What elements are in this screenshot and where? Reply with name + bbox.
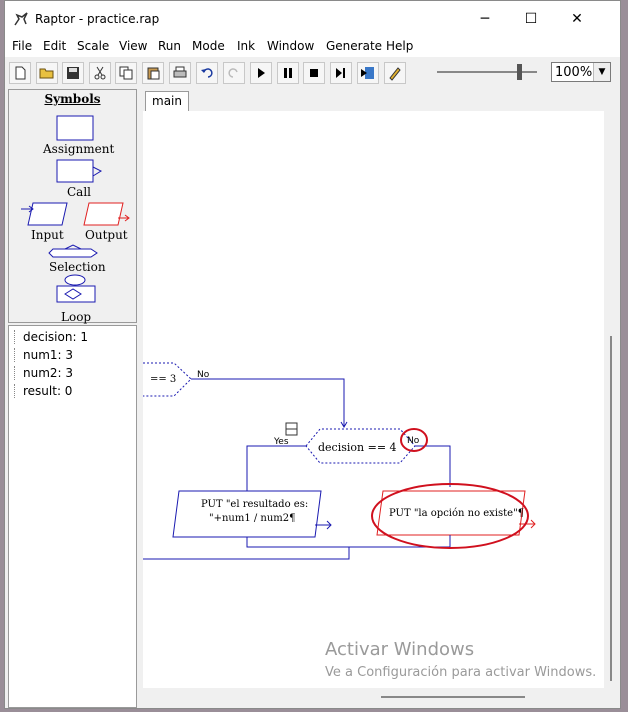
- menu-mode[interactable]: Mode: [192, 39, 225, 53]
- copy-icon[interactable]: [115, 62, 137, 84]
- save-icon[interactable]: [62, 62, 84, 84]
- symbol-loop-label[interactable]: Loop: [61, 310, 91, 324]
- scroll-thumb[interactable]: [381, 696, 525, 698]
- menu-view[interactable]: View: [119, 39, 147, 53]
- menu-scale[interactable]: Scale: [77, 39, 109, 53]
- decision-condition-text: decision == 4: [318, 441, 397, 454]
- menu-bar: File Edit Scale View Run Mode Ink Window…: [5, 37, 620, 57]
- menu-edit[interactable]: Edit: [43, 39, 66, 53]
- close-button[interactable]: ✕: [555, 5, 599, 33]
- raptor-logo-icon: [14, 12, 28, 26]
- symbol-selection-label[interactable]: Selection: [49, 260, 106, 274]
- play-icon[interactable]: [250, 62, 272, 84]
- run-to-completion-icon[interactable]: [357, 62, 379, 84]
- open-folder-icon[interactable]: [36, 62, 58, 84]
- partial-condition-text: == 3: [150, 374, 177, 385]
- symbol-call-label[interactable]: Call: [67, 185, 91, 199]
- menu-generate[interactable]: Generate: [326, 39, 382, 53]
- call-arrow-icon: [92, 166, 103, 177]
- symbols-panel: Symbols Assignment Call Input Output Sel…: [8, 89, 137, 324]
- no-label: No: [407, 436, 420, 446]
- redo-icon[interactable]: [223, 62, 245, 84]
- flowchart-canvas[interactable]: == 3 No Yes decision == 4 No PUT "el res…: [143, 111, 604, 688]
- flow-connector: [246, 445, 306, 491]
- loop-symbol-icon: [64, 274, 86, 286]
- stop-icon[interactable]: [303, 62, 325, 84]
- undo-icon[interactable]: [196, 62, 218, 84]
- no-label: No: [197, 370, 210, 380]
- tab-main[interactable]: main: [145, 91, 189, 111]
- symbol-output-label[interactable]: Output: [85, 228, 128, 242]
- pen-icon[interactable]: [384, 62, 406, 84]
- menu-file[interactable]: File: [12, 39, 32, 53]
- assignment-symbol-icon: [56, 115, 94, 141]
- cut-icon[interactable]: [89, 62, 111, 84]
- output-symbol-icon: [83, 202, 124, 226]
- menu-ink[interactable]: Ink: [237, 39, 255, 53]
- symbol-shapes: [21, 115, 130, 303]
- chevron-down-icon[interactable]: ▼: [593, 63, 610, 81]
- vertical-scrollbar[interactable]: [605, 111, 619, 688]
- app-window: Raptor - practice.rap ─ ☐ ✕ File Edit Sc…: [4, 0, 621, 709]
- flow-connector: [143, 547, 350, 560]
- variables-panel: decision: 1 num1: 3 num2: 3 result: 0: [8, 325, 137, 708]
- symbol-assignment-label[interactable]: Assignment: [43, 142, 114, 156]
- activation-watermark-title: Activar Windows: [325, 639, 475, 660]
- window-title: Raptor - practice.rap: [35, 12, 160, 26]
- menu-run[interactable]: Run: [158, 39, 181, 53]
- new-file-icon[interactable]: [9, 62, 31, 84]
- zoom-slider[interactable]: [431, 61, 543, 83]
- print-icon[interactable]: [169, 62, 191, 84]
- activation-watermark-subtitle: Ve a Configuración para activar Windows.: [325, 665, 597, 680]
- horizontal-scrollbar[interactable]: [143, 689, 604, 705]
- menu-window[interactable]: Window: [267, 39, 314, 53]
- symbol-input-label[interactable]: Input: [31, 228, 64, 242]
- paste-icon[interactable]: [142, 62, 164, 84]
- input-symbol-icon: [27, 202, 68, 226]
- minimize-button[interactable]: ─: [463, 5, 507, 33]
- yes-label: Yes: [274, 437, 289, 447]
- zoom-select[interactable]: 100% ▼: [551, 62, 611, 82]
- variable-item[interactable]: decision: 1: [14, 330, 88, 344]
- flow-connector: [415, 445, 451, 487]
- flow-connector: [191, 378, 345, 427]
- zoom-value: 100%: [555, 65, 593, 80]
- variable-item[interactable]: num2: 3: [14, 366, 73, 380]
- put-left-line1: PUT "el resultado es:: [201, 499, 309, 510]
- step-icon[interactable]: [330, 62, 352, 84]
- scroll-thumb[interactable]: [610, 336, 612, 681]
- menu-help[interactable]: Help: [386, 39, 413, 53]
- selection-symbol-icon: [48, 248, 98, 258]
- pause-icon[interactable]: [277, 62, 299, 84]
- call-symbol-icon: [56, 159, 94, 183]
- put-left-line2: "+num1 / num2¶: [209, 513, 296, 524]
- title-bar: Raptor - practice.rap ─ ☐ ✕: [5, 1, 620, 37]
- flowchart-diagram: [143, 362, 536, 560]
- variable-item[interactable]: result: 0: [14, 384, 72, 398]
- maximize-button[interactable]: ☐: [509, 5, 553, 33]
- variable-item[interactable]: num1: 3: [14, 348, 73, 362]
- put-right-text: PUT "la opción no existe"¶: [389, 508, 525, 519]
